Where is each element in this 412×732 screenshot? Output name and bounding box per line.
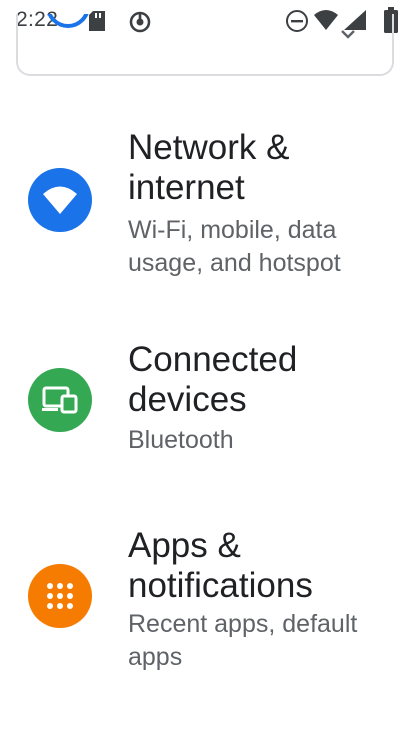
- settings-item-apps[interactable]: Apps & notifications Recent apps, defaul…: [0, 520, 412, 680]
- sync-icon: [46, 14, 90, 28]
- settings-item-subtitle: Bluetooth: [128, 426, 234, 454]
- settings-item-subtitle: Recent apps, default apps: [128, 610, 358, 671]
- chevron-down-icon[interactable]: [340, 28, 356, 47]
- connected-devices-icon: [28, 368, 92, 432]
- wifi-icon: [28, 168, 92, 232]
- suggestion-card[interactable]: [16, 14, 394, 76]
- settings-item-network[interactable]: Network & internet Wi-Fi, mobile, data u…: [0, 120, 412, 300]
- settings-item-subtitle: Wi-Fi, mobile, data usage, and hotspot: [128, 216, 341, 277]
- apps-grid-icon: [28, 564, 92, 628]
- settings-item-title: Network & internet: [128, 128, 290, 207]
- settings-item-title: Connected devices: [128, 340, 298, 419]
- settings-item-connected-devices[interactable]: Connected devices Bluetooth: [0, 330, 412, 480]
- settings-item-title: Apps & notifications: [128, 526, 313, 605]
